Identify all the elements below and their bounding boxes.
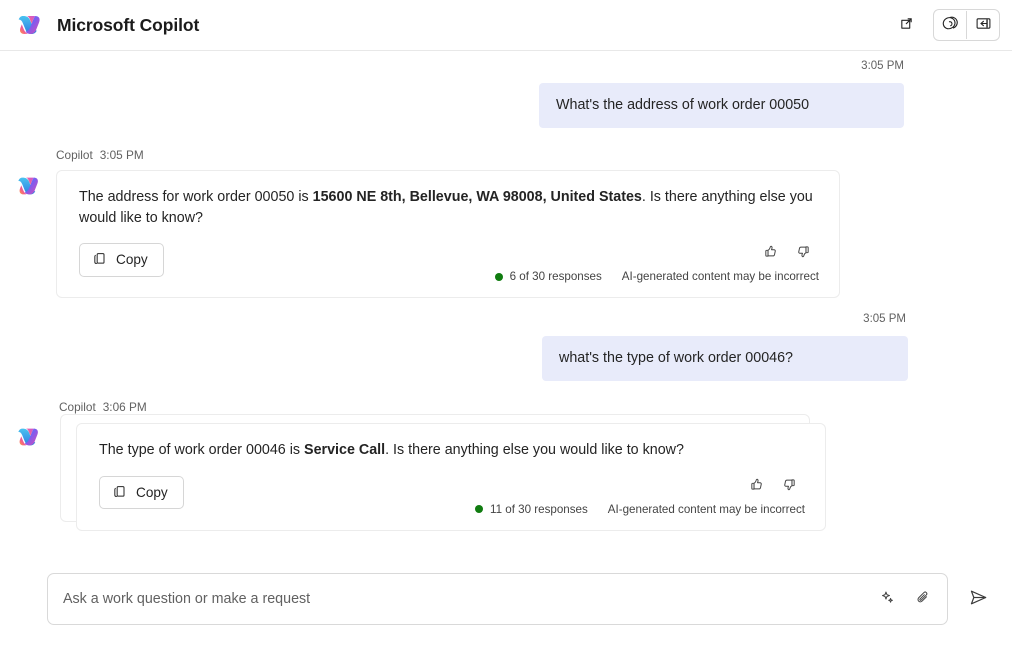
conversation-area: 3:05 PM What's the address of work order… [0,51,1012,586]
vote-row [760,243,819,263]
response-feedback-group: 11 of 30 responses AI-generated content … [475,476,805,516]
sparkle-icon [879,589,896,609]
app-header: Microsoft Copilot [0,0,1012,51]
bot-response-text: The type of work order 00046 is Service … [77,424,825,461]
bot-response-card: The address for work order 00050 is 1560… [56,169,840,299]
bot-message-column: Copilot 3:05 PM The address for work ord… [56,147,840,299]
copilot-pages-icon [941,14,960,36]
copilot-logo-icon [14,10,44,40]
response-action-bar: Copy [57,229,839,297]
composer-tools [871,583,939,615]
bot-author: Copilot [59,400,96,415]
collapse-panel-button[interactable] [967,11,999,39]
composer-box [47,573,948,625]
app-title: Microsoft Copilot [57,14,200,35]
copy-icon [112,484,127,502]
copy-icon [92,251,107,269]
open-in-new-icon [898,15,915,35]
copy-button-label: Copy [116,252,148,268]
copy-button[interactable]: Copy [79,243,164,278]
composer-area [0,535,1012,663]
vote-row [746,476,805,496]
message-input[interactable] [63,574,871,624]
message-timestamp: 3:05 PM [861,60,904,72]
paperclip-icon [915,589,932,609]
ai-disclaimer: AI-generated content may be incorrect [621,270,819,284]
status-dot-icon [475,505,484,513]
message-turn-user: 3:05 PM what's the type of work order 00… [14,313,998,382]
message-turn-bot: Copilot 3:05 PM The address for work ord… [14,147,998,299]
copilot-avatar [14,172,42,200]
message-timestamp: 3:06 PM [102,400,147,415]
copy-button-label: Copy [136,484,168,500]
message-timestamp: 3:05 PM [99,147,144,162]
message-timestamp: 3:05 PM [863,313,906,326]
user-message-bubble: what's the type of work order 00046? [542,335,908,382]
copilot-avatar [14,423,42,451]
copilot-pages-button[interactable] [934,11,966,39]
user-message-bubble: What's the address of work order 00050 [539,82,904,128]
response-feedback-group: 6 of 30 responses AI-generated content m… [494,243,819,284]
response-status-row: 11 of 30 responses AI-generated content … [475,503,805,516]
send-icon [968,587,989,611]
response-text-highlight: Service Call [304,442,386,459]
response-text-before: The address for work order 00050 is [79,188,313,205]
thumbs-up-button[interactable] [746,476,766,496]
thumbs-down-icon [781,476,798,496]
response-action-bar: Copy [77,462,825,530]
brand: Microsoft Copilot [14,10,199,40]
bot-author: Copilot [56,147,93,162]
responses-count: 11 of 30 responses [490,502,588,516]
status-dot-icon [494,272,503,281]
thumbs-down-button[interactable] [793,243,813,263]
bot-response-card: The type of work order 00046 is Service … [60,414,826,531]
send-button[interactable] [958,579,998,619]
thumbs-down-icon [795,243,812,263]
thumbs-up-button[interactable] [760,243,780,263]
message-turn-user: 3:05 PM What's the address of work order… [14,60,998,128]
thumbs-up-icon [748,476,765,496]
bot-message-meta: Copilot 3:06 PM [59,400,826,415]
header-button-group [933,9,1000,41]
header-actions [893,9,1000,41]
bot-message-meta: Copilot 3:05 PM [56,147,840,162]
panel-collapse-icon [974,14,993,36]
thumbs-down-button[interactable] [779,476,799,496]
response-text-highlight: 15600 NE 8th, Bellevue, WA 98008, United… [312,188,642,205]
prompts-button[interactable] [871,583,903,615]
copy-button[interactable]: Copy [99,475,184,510]
response-status-row: 6 of 30 responses AI-generated content m… [494,270,819,284]
attach-button[interactable] [907,583,939,615]
ai-disclaimer: AI-generated content may be incorrect [607,502,805,516]
message-turn-bot: Copilot 3:06 PM The type of work order 0… [14,400,998,531]
bot-message-column: Copilot 3:06 PM The type of work order 0… [59,400,826,531]
thumbs-up-icon [762,243,779,263]
response-text-after: . Is there anything else you would like … [385,442,684,459]
responses-count: 6 of 30 responses [509,270,602,284]
bot-response-text: The address for work order 00050 is 1560… [57,171,839,230]
open-in-new-window-button[interactable] [893,12,919,38]
response-text-before: The type of work order 00046 is [99,442,305,459]
